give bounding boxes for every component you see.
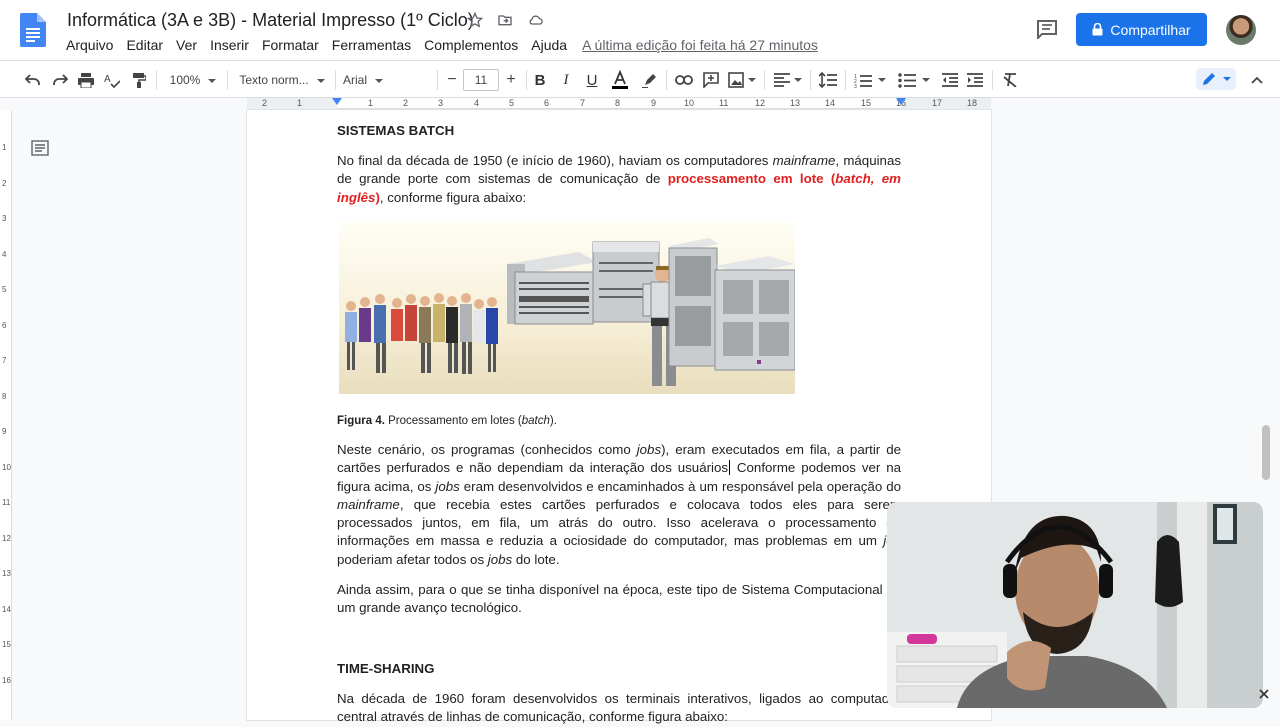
bulleted-list-icon[interactable]: [896, 68, 932, 92]
tape-drives-illustration: [668, 238, 795, 371]
print-icon[interactable]: [75, 68, 97, 92]
last-edit-link[interactable]: A última edição foi feita há 27 minutos: [582, 37, 818, 53]
menu-inserir[interactable]: Inserir: [210, 37, 249, 53]
document-page[interactable]: SISTEMAS BATCH No final da década de 195…: [247, 110, 991, 724]
undo-icon[interactable]: [22, 68, 44, 92]
google-docs-logo-icon[interactable]: [20, 13, 46, 47]
paragraph-2: Neste cenário, os programas (conhecidos …: [337, 442, 901, 567]
paint-format-icon[interactable]: [128, 68, 150, 92]
editing-mode-button[interactable]: [1196, 68, 1236, 90]
move-folder-icon[interactable]: [496, 11, 514, 29]
increase-indent-icon[interactable]: [964, 68, 986, 92]
increase-font-size-button[interactable]: +: [501, 68, 521, 92]
paragraph-1: No final da década de 1950 (e início de …: [337, 153, 901, 205]
add-comment-icon[interactable]: [700, 68, 722, 92]
menu-ver[interactable]: Ver: [176, 37, 197, 53]
underline-icon[interactable]: U: [582, 68, 602, 92]
font-size-input[interactable]: 11: [463, 68, 499, 92]
insert-image-icon[interactable]: [726, 68, 758, 92]
figure-caption: Figura 4. Processamento em lotes (batch)…: [337, 415, 557, 427]
decrease-indent-icon[interactable]: [939, 68, 961, 92]
decrease-font-size-button[interactable]: −: [442, 68, 462, 92]
clear-formatting-icon[interactable]: [999, 68, 1021, 92]
text-color-icon[interactable]: [608, 68, 632, 92]
line-spacing-icon[interactable]: [817, 68, 839, 92]
pencil-icon: [1203, 73, 1215, 85]
menu-arquivo[interactable]: Arquivo: [66, 37, 113, 53]
heading-time-sharing: TIME-SHARING: [337, 661, 435, 676]
figure-batch-processing-image[interactable]: [339, 222, 795, 394]
account-avatar[interactable]: [1226, 15, 1256, 45]
horizontal-ruler[interactable]: 2 1 1 2 3 4 5 6 7 8 9 10 11 12 13 14 15 …: [0, 98, 1280, 110]
heading-sistemas-batch: SISTEMAS BATCH: [337, 123, 455, 138]
menu-formatar[interactable]: Formatar: [262, 37, 319, 53]
vertical-ruler[interactable]: 1 2 3 4 5 6 7 8 9 10 11 12 13 14 15 16: [0, 110, 12, 720]
star-icon[interactable]: [466, 11, 484, 29]
collapse-menus-icon[interactable]: [1246, 68, 1268, 92]
font-family-select[interactable]: Arial: [343, 68, 433, 92]
zoom-select[interactable]: 100%: [166, 68, 220, 92]
vertical-scrollbar-thumb[interactable]: [1262, 425, 1270, 480]
menu-ferramentas[interactable]: Ferramentas: [332, 37, 411, 53]
menu-editar[interactable]: Editar: [126, 37, 163, 53]
menu-bar: Arquivo Editar Ver Inserir Formatar Ferr…: [66, 37, 831, 53]
close-icon[interactable]: [1258, 688, 1270, 700]
document-outline-icon[interactable]: [31, 140, 49, 156]
people-group-illustration: [345, 293, 498, 374]
paragraph-3: Ainda assim, para o que se tinha disponí…: [337, 582, 901, 616]
align-icon[interactable]: [772, 68, 804, 92]
numbered-list-icon[interactable]: 123: [852, 68, 888, 92]
formatting-toolbar: A 100% Texto norm... Arial − 11 + B I U …: [0, 60, 1280, 98]
insert-link-icon[interactable]: [673, 68, 695, 92]
app-header: Informática (3A e 3B) - Material Impress…: [0, 0, 1280, 60]
paragraph-4: Na década de 1960 foram desenvolvidos os…: [337, 691, 901, 725]
lock-icon: [1092, 23, 1103, 36]
text-cursor: [729, 460, 731, 476]
mainframe-console-illustration: [507, 241, 660, 325]
share-button[interactable]: Compartilhar: [1076, 13, 1207, 46]
webcam-overlay: [887, 502, 1263, 708]
italic-icon[interactable]: I: [556, 68, 576, 92]
share-label: Compartilhar: [1110, 21, 1191, 38]
spellcheck-icon[interactable]: A: [101, 68, 123, 92]
cloud-saved-icon[interactable]: [526, 11, 544, 29]
menu-ajuda[interactable]: Ajuda: [531, 37, 567, 53]
menu-complementos[interactable]: Complementos: [424, 37, 518, 53]
svg-text:3: 3: [854, 84, 857, 88]
redo-icon[interactable]: [49, 68, 71, 92]
document-title[interactable]: Informática (3A e 3B) - Material Impress…: [67, 10, 474, 31]
bold-icon[interactable]: B: [530, 68, 550, 92]
paragraph-style-select[interactable]: Texto norm...: [236, 68, 328, 92]
comment-history-icon[interactable]: [1036, 19, 1058, 39]
svg-text:A: A: [104, 74, 111, 85]
highlight-color-icon[interactable]: [638, 68, 660, 92]
